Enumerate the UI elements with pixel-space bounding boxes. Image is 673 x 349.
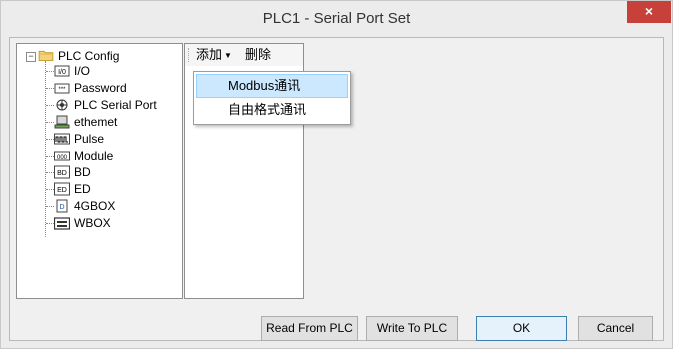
tree-node-module[interactable]: 000 Module <box>17 148 182 164</box>
close-button[interactable]: × <box>627 1 671 23</box>
window-title: PLC1 - Serial Port Set <box>262 10 411 27</box>
tree-label: ED <box>74 182 91 197</box>
svg-text:BD: BD <box>57 170 67 177</box>
ok-button[interactable]: OK <box>476 316 567 341</box>
tree-label: 4GBOX <box>74 199 116 214</box>
serial-port-icon <box>56 99 68 111</box>
ed-icon: ED <box>54 182 70 196</box>
tree-label: PLC Config <box>58 49 120 63</box>
tree-node-bd[interactable]: BD BD <box>17 164 182 180</box>
title-bar: PLC1 - Serial Port Set × <box>1 1 672 37</box>
add-dropdown-button[interactable]: 添加 ▼ <box>194 46 234 64</box>
tree-label: I/O <box>74 64 91 78</box>
4gbox-icon: D <box>56 199 68 213</box>
add-label: 添加 <box>196 47 223 62</box>
svg-text:000: 000 <box>57 155 68 161</box>
tree-label: PLC Serial Port <box>74 97 157 112</box>
config-tree-panel: − PLC Config I/0 I/O *** Password PLC Serial… <box>16 43 183 299</box>
password-icon: *** <box>54 83 70 94</box>
toolbar-grip[interactable] <box>188 48 191 62</box>
tree-node-wbox[interactable]: WBOX <box>17 215 182 231</box>
list-toolbar: 添加 ▼ 删除 <box>185 44 303 66</box>
menu-item-modbus[interactable]: Modbus通讯 <box>196 74 348 98</box>
pulse-icon <box>54 133 70 145</box>
read-from-plc-button[interactable]: Read From PLC <box>261 316 358 341</box>
svg-text:D: D <box>59 204 64 211</box>
tree-node-plc-config[interactable]: − PLC Config <box>17 48 182 64</box>
tree-label: BD <box>74 165 91 180</box>
svg-text:***: *** <box>58 87 66 93</box>
tree-label: Password <box>74 80 127 95</box>
ethernet-icon <box>54 115 70 129</box>
menu-item-free-format[interactable]: 自由格式通讯 <box>196 98 348 122</box>
tree-label: Module <box>74 148 114 163</box>
folder-icon <box>38 50 54 61</box>
collapse-toggle-icon[interactable]: − <box>26 52 36 62</box>
dropdown-arrow-icon: ▼ <box>224 50 232 60</box>
svg-text:ED: ED <box>57 187 67 194</box>
svg-text:I/0: I/0 <box>58 69 66 76</box>
tree-node-ed[interactable]: ED ED <box>17 181 182 197</box>
write-to-plc-button[interactable]: Write To PLC <box>366 316 458 341</box>
serial-port-dialog: PLC1 - Serial Port Set × − PLC Config I/… <box>0 0 673 349</box>
tree-node-password[interactable]: *** Password <box>17 80 182 96</box>
io-icon: I/0 <box>54 65 70 77</box>
delete-button[interactable]: 删除 <box>243 46 273 64</box>
tree-node-io[interactable]: I/0 I/O <box>17 63 182 79</box>
tree-node-4gbox[interactable]: D 4GBOX <box>17 198 182 214</box>
add-dropdown-menu: Modbus通讯 自由格式通讯 <box>193 71 351 125</box>
tree-label: ethemet <box>74 114 118 129</box>
tree-node-serial-port[interactable]: PLC Serial Port <box>17 97 182 113</box>
cancel-button[interactable]: Cancel <box>578 316 653 341</box>
wbox-icon <box>54 217 70 230</box>
tree-node-ethernet[interactable]: ethemet <box>17 114 182 130</box>
tree-label: Pulse <box>74 131 105 146</box>
tree-label: WBOX <box>74 216 111 231</box>
bd-icon: BD <box>54 165 70 179</box>
module-icon: 000 <box>54 151 70 161</box>
tree-node-pulse[interactable]: Pulse <box>17 131 182 147</box>
